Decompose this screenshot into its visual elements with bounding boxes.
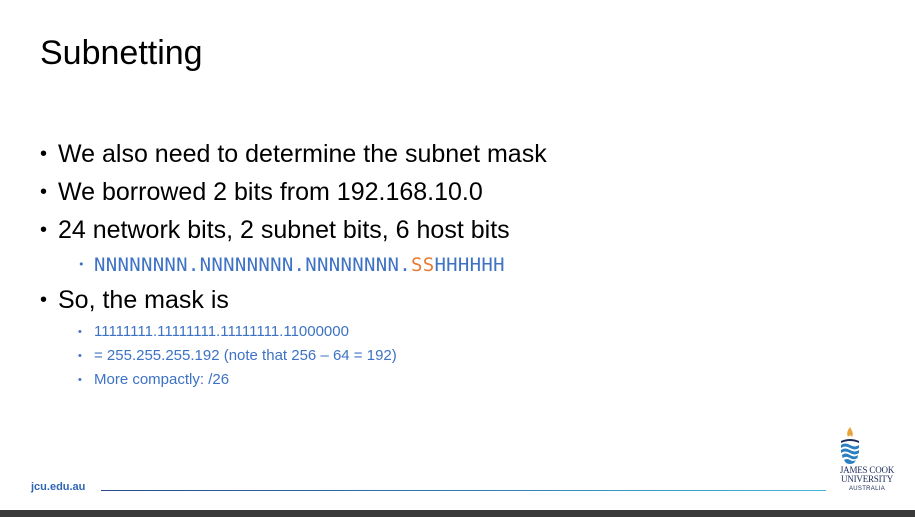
bullet-item: • 24 network bits, 2 subnet bits, 6 host… [38, 213, 858, 251]
sub-bullet-dot-icon: • [78, 326, 82, 338]
sub-bullet-dot-icon: • [78, 258, 85, 271]
slide-title: Subnetting [40, 34, 203, 72]
subnet-bits: SS [410, 254, 435, 276]
bit-pattern-item: • NNNNNNNN.NNNNNNNN.NNNNNNNN.SSHHHHHH [38, 251, 858, 283]
footer-link[interactable]: jcu.edu.au [31, 481, 85, 493]
bullet-text: We also need to determine the subnet mas… [58, 140, 547, 168]
bullet-dot-icon: • [40, 219, 48, 241]
slide: Subnetting • We also need to determine t… [0, 0, 915, 510]
bullet-text: 24 network bits, 2 subnet bits, 6 host b… [58, 216, 510, 244]
sub-bullet-item: • More compactly: /26 [38, 369, 858, 393]
bullet-item: • So, the mask is [38, 283, 858, 321]
window-bottom-bar [0, 510, 915, 517]
logo-line-3: AUSTRALIA [848, 486, 886, 492]
bullet-dot-icon: • [40, 289, 48, 311]
network-bits: NNNNNNNN.NNNNNNNN.NNNNNNNN. [94, 254, 411, 276]
sub-bullet-text: More compactly: /26 [94, 371, 230, 388]
logo-line-2: UNIVERSITY [841, 474, 893, 484]
bullet-text: So, the mask is [58, 286, 229, 314]
sub-bullet-text: 11111111.11111111.11111111.11000000 [94, 323, 349, 340]
footer-divider [101, 490, 826, 491]
sub-bullet-item: • = 255.255.255.192 (note that 256 – 64 … [38, 345, 858, 369]
bullet-list: • We also need to determine the subnet m… [38, 137, 858, 393]
bullet-text: We borrowed 2 bits from 192.168.10.0 [58, 178, 483, 206]
bullet-item: • We also need to determine the subnet m… [38, 137, 858, 175]
university-wordmark: JAMES COOK UNIVERSITY AUSTRALIA [834, 466, 900, 494]
bullet-item: • We borrowed 2 bits from 192.168.10.0 [38, 175, 858, 213]
host-bits: HHHHHH [434, 254, 505, 276]
bullet-dot-icon: • [40, 143, 48, 165]
sub-bullet-dot-icon: • [78, 374, 82, 386]
sub-bullet-item: • 11111111.11111111.11111111.11000000 [38, 321, 858, 345]
bullet-dot-icon: • [40, 181, 48, 203]
sub-bullet-dot-icon: • [78, 350, 82, 362]
sub-bullet-text: = 255.255.255.192 (note that 256 – 64 = … [94, 347, 397, 364]
